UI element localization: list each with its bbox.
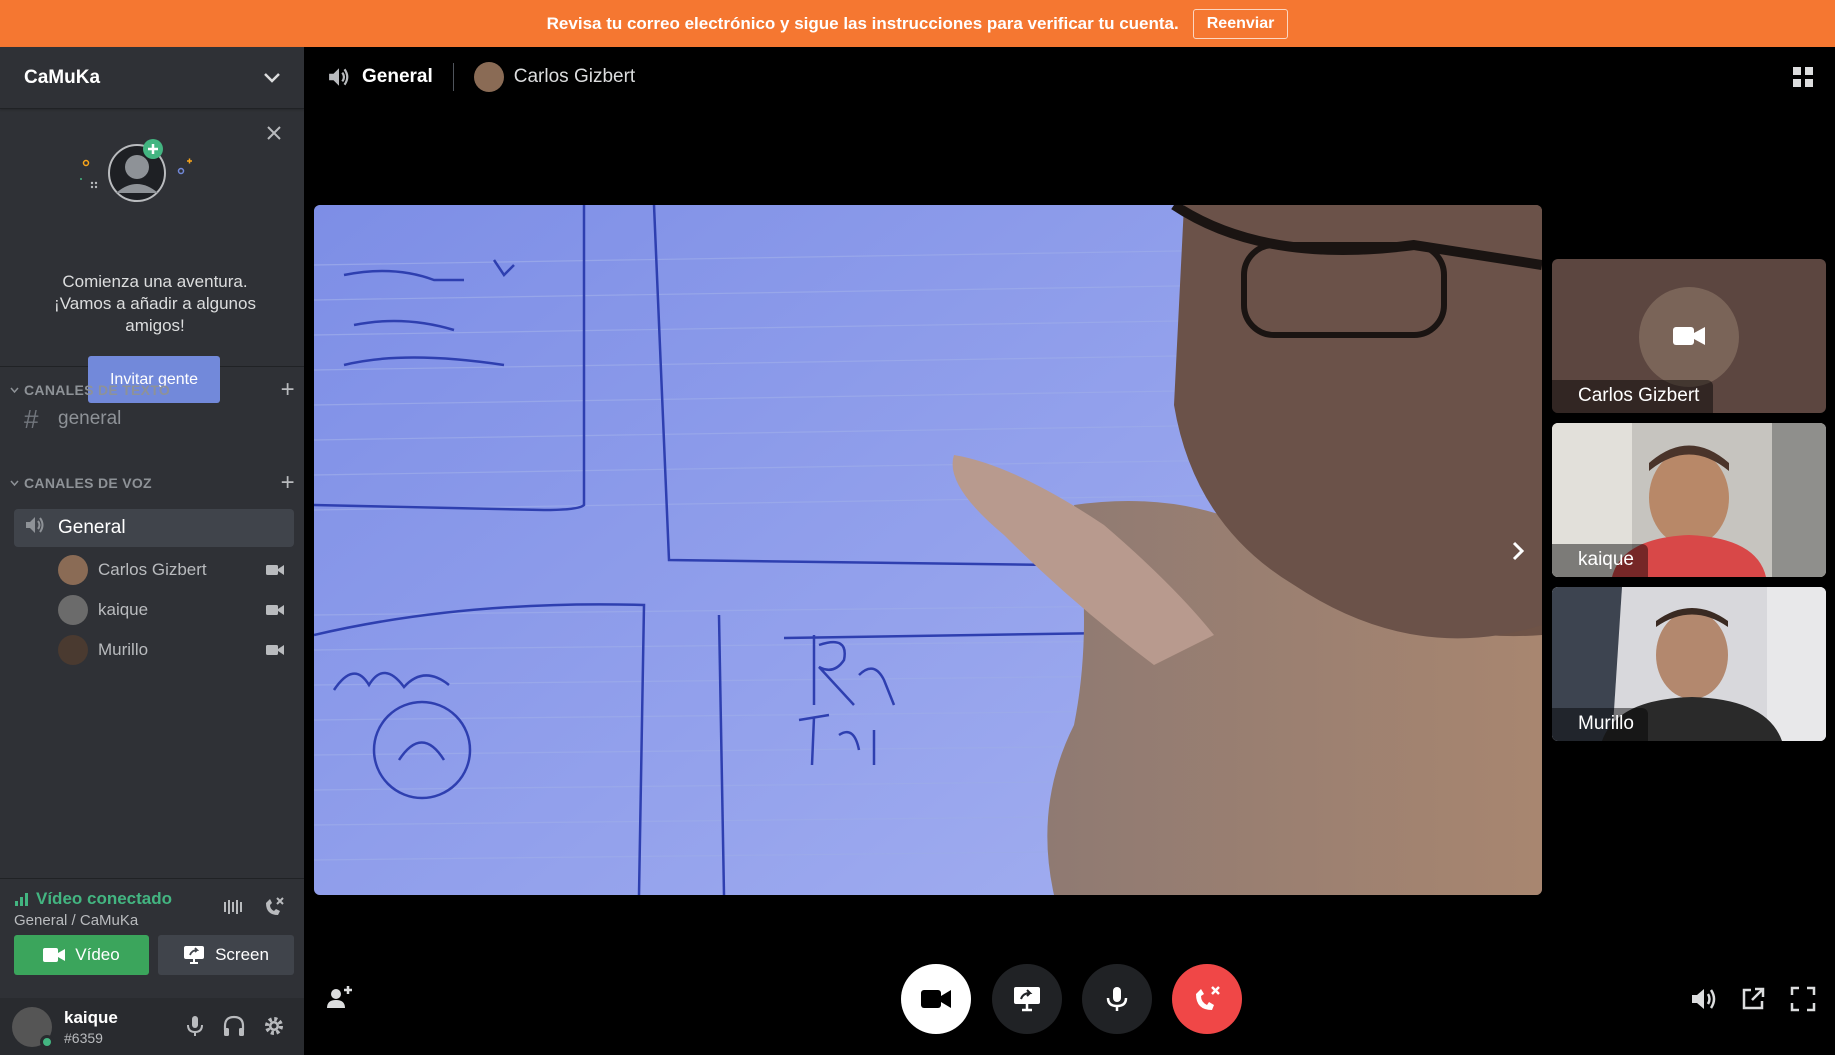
share-screen-button[interactable] — [992, 964, 1062, 1034]
avatar — [58, 635, 88, 665]
channel-name: general — [58, 408, 122, 429]
channel-name: General — [58, 517, 126, 538]
avatar — [58, 595, 88, 625]
avatar[interactable] — [473, 62, 504, 92]
participant-tile[interactable]: Murillo — [1552, 587, 1826, 741]
call-area: General Carlos Gizbert Carlos Gizbert ka… — [304, 47, 1835, 1055]
grid-layout-icon[interactable] — [1791, 65, 1815, 89]
pop-out-icon[interactable] — [1740, 986, 1770, 1016]
add-friend-illustration — [76, 131, 230, 211]
voice-status-label: Vídeo conectado — [36, 889, 173, 908]
screen-share-icon — [1014, 987, 1040, 1012]
mute-microphone-button[interactable] — [1082, 964, 1152, 1034]
chevron-down-icon — [10, 387, 19, 393]
video-camera-icon — [43, 948, 66, 962]
headphones-icon[interactable] — [222, 1014, 246, 1038]
header-username[interactable]: Carlos Gizbert — [514, 66, 635, 88]
voice-location[interactable]: General / CaMuKa — [14, 912, 138, 929]
verify-email-banner: Revisa tu correo electrónico y sigue las… — [0, 0, 1835, 47]
voice-member[interactable]: Murillo — [58, 632, 294, 668]
chevron-down-icon — [10, 480, 19, 486]
channel-sidebar: CaMuKa Comienza una aventura. ¡Vamos a a… — [0, 47, 304, 1055]
server-name: CaMuKa — [24, 66, 101, 88]
member-name: Murillo — [98, 640, 149, 659]
video-button[interactable]: Vídeo — [14, 935, 149, 975]
speaker-icon — [329, 68, 349, 86]
webcam-video-frame — [314, 205, 1542, 895]
channel-general-text[interactable]: # general — [14, 400, 294, 438]
username[interactable]: kaique — [64, 1008, 118, 1028]
noise-suppression-icon[interactable] — [222, 895, 246, 919]
voice-status[interactable]: Vídeo conectado — [14, 889, 172, 909]
video-camera-icon — [1673, 327, 1705, 345]
toggle-camera-button[interactable] — [901, 964, 971, 1034]
screen-button-label: Screen — [215, 945, 269, 964]
channel-general-voice[interactable]: General — [14, 509, 294, 547]
voice-connection-panel: Vídeo conectado General / CaMuKa Vídeo S… — [0, 878, 304, 998]
chevron-right-icon[interactable] — [1504, 537, 1532, 565]
participant-tile[interactable]: Carlos Gizbert — [1552, 259, 1826, 413]
add-person-icon[interactable] — [324, 982, 354, 1012]
screen-share-icon — [184, 946, 205, 964]
screen-share-button[interactable]: Screen — [158, 935, 294, 975]
voice-member[interactable]: kaique — [58, 592, 294, 628]
voice-member[interactable]: Carlos Gizbert — [58, 552, 294, 588]
category-text-channels[interactable]: CANALES DE TEXTO + — [10, 378, 295, 402]
user-panel: kaique #6359 — [0, 998, 304, 1055]
header-divider — [452, 63, 454, 91]
online-status-indicator — [40, 1035, 54, 1049]
member-name: kaique — [98, 600, 149, 619]
member-name: Carlos Gizbert — [98, 560, 207, 579]
leave-call-button[interactable] — [1172, 964, 1242, 1034]
disconnect-icon[interactable] — [262, 895, 286, 919]
volume-icon[interactable] — [1689, 986, 1719, 1016]
fullscreen-icon[interactable] — [1790, 986, 1820, 1016]
focused-video-stream[interactable] — [314, 205, 1542, 895]
banner-message: Revisa tu correo electrónico y sigue las… — [546, 13, 1179, 33]
participant-name: kaique — [1552, 544, 1648, 577]
category-label: CANALES DE VOZ — [24, 475, 152, 491]
video-camera-icon — [266, 645, 284, 655]
hang-up-icon — [1196, 986, 1220, 1010]
resend-button[interactable]: Reenviar — [1192, 8, 1289, 39]
add-channel-icon[interactable]: + — [281, 471, 295, 495]
invite-friends-card: Comienza una aventura. ¡Vamos a añadir a… — [0, 109, 304, 403]
microphone-icon[interactable] — [183, 1014, 207, 1038]
video-camera-icon — [921, 990, 951, 1008]
participant-tile[interactable]: kaique — [1552, 423, 1826, 577]
chevron-down-icon[interactable] — [262, 68, 282, 88]
video-button-label: Vídeo — [75, 945, 120, 964]
signal-icon — [15, 893, 28, 906]
settings-gear-icon[interactable] — [262, 1014, 286, 1038]
user-tag: #6359 — [64, 1030, 103, 1046]
hash-icon: # — [24, 403, 39, 434]
participant-name: Carlos Gizbert — [1552, 380, 1714, 413]
call-header: General Carlos Gizbert — [304, 47, 1835, 107]
avatar — [58, 555, 88, 585]
close-icon[interactable] — [264, 123, 284, 143]
participant-name: Murillo — [1552, 708, 1648, 741]
invite-text: Comienza una aventura. ¡Vamos a añadir a… — [54, 272, 256, 335]
video-camera-icon — [266, 565, 284, 575]
category-label: CANALES DE TEXTO — [24, 382, 171, 398]
microphone-icon — [1106, 987, 1128, 1011]
call-channel-title: General — [362, 66, 433, 87]
speaker-icon — [24, 515, 46, 541]
server-header[interactable]: CaMuKa — [0, 47, 304, 109]
add-channel-icon[interactable]: + — [281, 378, 295, 402]
category-voice-channels[interactable]: CANALES DE VOZ + — [10, 471, 295, 495]
video-camera-icon — [266, 605, 284, 615]
